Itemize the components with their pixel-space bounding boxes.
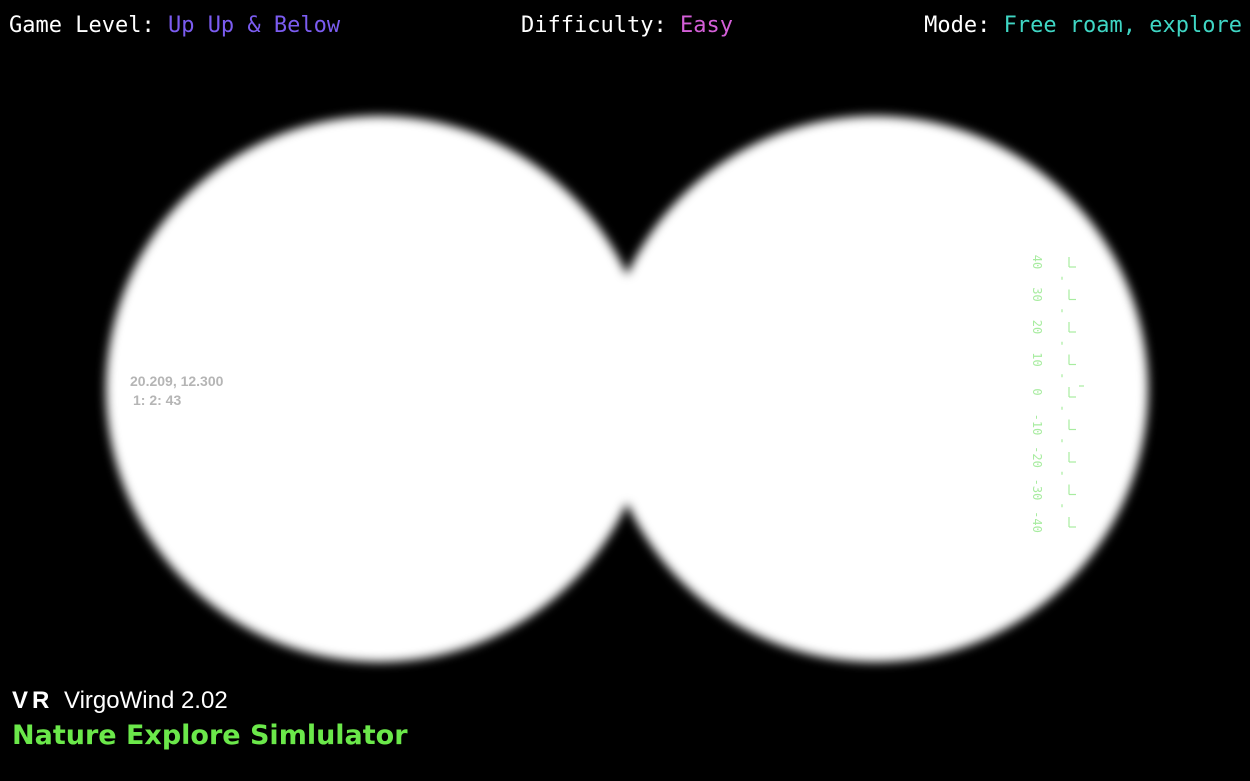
difficulty-indicator: Difficulty: Easy [521,12,733,40]
pitch-ladder-label: 30 [1030,287,1044,301]
pitch-ladder-label: 10 [1030,352,1044,366]
pitch-ladder-label: 20 [1030,320,1044,334]
brand-product-line: VR VirgoWind 2.02 [12,686,408,716]
pitch-ladder-label: -30 [1030,479,1044,501]
mode-value: Free roam, explore [1003,13,1242,38]
position-readout: 20.209, 12.300 1: 2: 43 [130,372,223,410]
game-level-label: Game Level: [9,13,155,38]
difficulty-value: Easy [679,13,733,38]
pitch-ladder-graphic: 40 30 20 10 0 -10 -20 -30 -40 [1030,255,1084,533]
mode-indicator: Mode: Free roam, explore [924,12,1242,40]
game-level-indicator: Game Level: Up Up & Below [9,12,340,40]
coordinates-readout: 20.209, 12.300 [130,373,224,389]
pitch-ladder: 40 30 20 10 0 -10 -20 -30 -40 [1020,250,1090,535]
brand-block: VR VirgoWind 2.02 Nature Explore Simlula… [12,686,408,754]
pitch-ladder-label: -20 [1030,446,1044,468]
pitch-ladder-label: 40 [1030,255,1044,269]
game-level-value: Up Up & Below [167,13,341,38]
mode-label: Mode: [924,13,991,38]
difficulty-label: Difficulty: [521,13,667,38]
vr-logo: VR [12,687,54,714]
pitch-ladder-label: 0 [1030,388,1044,395]
time-readout: 1: 2: 43 [133,392,182,408]
game-title: Nature Explore Simlulator [12,720,408,751]
pitch-ladder-label: -10 [1030,414,1044,436]
product-name: VirgoWind 2.02 [64,687,228,714]
pitch-ladder-label: -40 [1030,511,1044,533]
